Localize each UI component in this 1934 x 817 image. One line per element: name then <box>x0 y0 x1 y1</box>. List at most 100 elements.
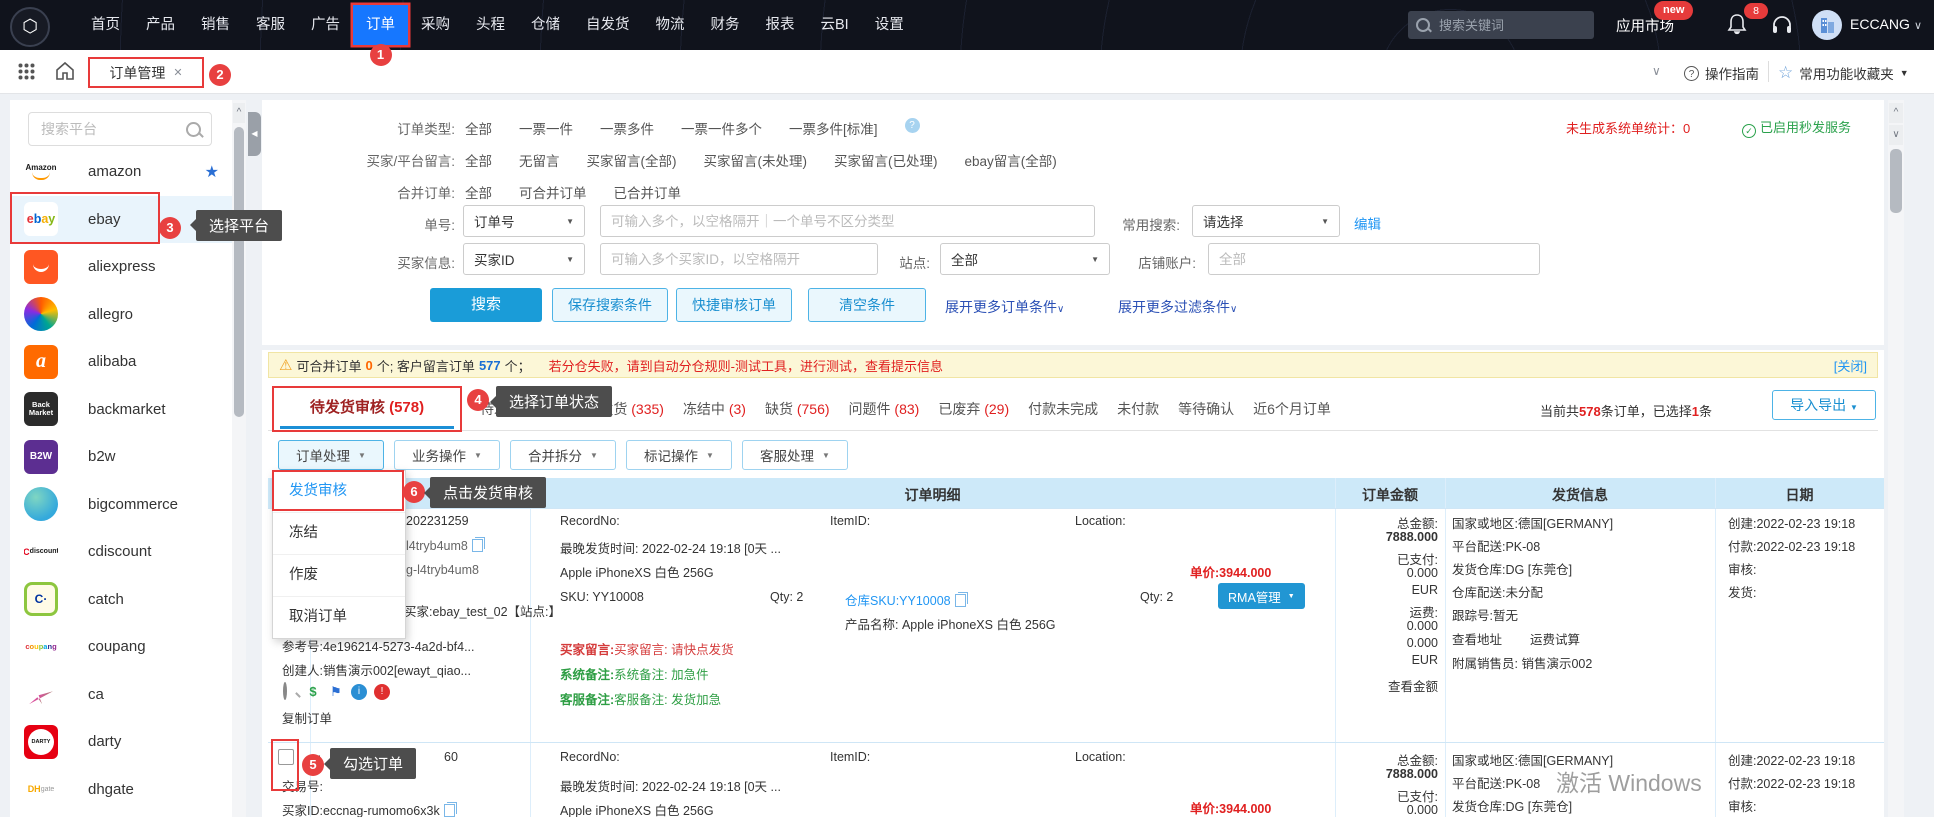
nav-item-cloud-bi[interactable]: 云BI <box>808 0 862 50</box>
order-number-link[interactable]: 60 <box>444 750 458 764</box>
search-icon[interactable] <box>282 684 298 700</box>
sidebar-item-bigcommerce[interactable]: bigcommerce <box>10 481 235 529</box>
filter-option[interactable]: 可合并订单 <box>519 182 587 202</box>
more-filter-conditions-link[interactable]: 展开更多过滤条件∨ <box>1118 297 1237 317</box>
quick-search-select[interactable]: 请选择 ▼ <box>1192 205 1340 237</box>
menu-item-cancel-order[interactable]: 取消订单 <box>273 597 405 638</box>
favorites-menu[interactable]: ☆ 常用功能收藏夹 ▼ <box>1778 63 1909 83</box>
page-scrollbar[interactable]: ^ ∨ <box>1888 100 1904 817</box>
mark-ops-button[interactable]: 标记操作▼ <box>626 440 732 470</box>
nav-item-ads[interactable]: 广告 <box>298 0 353 50</box>
tab-frozen[interactable]: 冻结中 (3) <box>683 399 746 419</box>
apps-grid-icon[interactable] <box>18 63 35 80</box>
freight-calc-link[interactable]: 运费试算 <box>1530 629 1580 648</box>
filter-option[interactable]: 买家留言(全部) <box>587 150 677 170</box>
tabbar-chevron-down-icon[interactable]: ∨ <box>1652 64 1661 78</box>
star-icon[interactable]: ★ <box>205 162 219 182</box>
nav-item-finance[interactable]: 财务 <box>698 0 753 50</box>
filter-option[interactable]: 一票一件多个 <box>681 118 762 138</box>
sidebar-item-darty[interactable]: DARTY darty <box>10 718 235 766</box>
alert-icon[interactable]: ! <box>374 684 390 700</box>
copy-icon[interactable] <box>444 804 455 817</box>
copy-icon[interactable] <box>472 539 483 552</box>
filter-option[interactable]: 一票一件 <box>519 118 573 138</box>
buyer-id-input[interactable] <box>600 243 878 275</box>
filter-option[interactable]: 一票多件[标准] <box>789 118 878 138</box>
nav-item-sales[interactable]: 销售 <box>188 0 243 50</box>
user-chevron-down-icon[interactable]: ∨ <box>1914 19 1922 32</box>
filter-option[interactable]: 全部 <box>465 118 492 138</box>
view-amount-link[interactable]: 查看金额 <box>1340 676 1438 695</box>
nav-item-settings[interactable]: 设置 <box>862 0 917 50</box>
global-search-input[interactable] <box>1437 17 1581 34</box>
info-icon[interactable]: i <box>351 684 367 700</box>
nav-item-first-leg[interactable]: 头程 <box>463 0 518 50</box>
order-number-link[interactable]: 202231259 <box>406 514 469 528</box>
global-search[interactable] <box>1408 11 1594 39</box>
save-search-button[interactable]: 保存搜索条件 <box>552 288 668 322</box>
order-process-button[interactable]: 订单处理▼ <box>278 440 384 470</box>
bell-icon[interactable] <box>1726 13 1748 37</box>
search-button[interactable]: 搜索 <box>430 288 542 322</box>
nav-item-product[interactable]: 产品 <box>133 0 188 50</box>
filter-option[interactable]: 无留言 <box>519 150 560 170</box>
order-no-input[interactable] <box>600 205 1095 237</box>
nav-item-home[interactable]: 首页 <box>78 0 133 50</box>
row-checkbox[interactable] <box>278 749 294 765</box>
user-avatar[interactable] <box>1812 10 1842 40</box>
column-header-order-detail[interactable]: 订单明细 <box>530 485 1335 505</box>
nav-item-orders[interactable]: 订单 1 <box>353 5 408 45</box>
order-no-type-select[interactable]: 订单号 ▼ <box>463 205 585 237</box>
sidebar-item-catch[interactable]: C· catch <box>10 576 235 624</box>
nav-item-logistics[interactable]: 物流 <box>643 0 698 50</box>
sidebar-item-b2w[interactable]: B2W b2w <box>10 433 235 481</box>
scrollbar-thumb[interactable] <box>234 127 244 417</box>
sidebar-item-ca[interactable]: ca <box>10 671 235 719</box>
nav-item-service[interactable]: 客服 <box>243 0 298 50</box>
home-icon[interactable] <box>54 61 76 81</box>
tab-discarded[interactable]: 已废弃 (29) <box>938 399 1009 419</box>
scrollbar-thumb[interactable] <box>1890 149 1902 213</box>
tab-awaiting-confirm[interactable]: 等待确认 <box>1178 399 1234 419</box>
filter-option[interactable]: 一票多件 <box>600 118 654 138</box>
menu-item-freeze[interactable]: 冻结 <box>273 513 405 555</box>
sidebar-item-dhgate[interactable]: DHgate dhgate <box>10 766 235 814</box>
username-label[interactable]: ECCANG <box>1850 16 1910 32</box>
tab-unpaid[interactable]: 未付款 <box>1117 399 1159 419</box>
platform-search-input[interactable] <box>39 120 183 138</box>
filter-option[interactable]: ebay留言(全部) <box>965 150 1057 170</box>
rma-manage-button[interactable]: RMA管理▼ <box>1218 583 1305 609</box>
column-header-amount[interactable]: 订单金额 <box>1335 485 1445 505</box>
scroll-up-button[interactable]: ^ <box>1889 103 1903 123</box>
sidebar-item-backmarket[interactable]: BackMarket backmarket <box>10 386 235 434</box>
sidebar-item-aliexpress[interactable]: aliexpress <box>10 243 235 291</box>
filter-option[interactable]: 买家留言(已处理) <box>834 150 938 170</box>
page-tab-order-management[interactable]: 订单管理 ✕ <box>88 57 204 88</box>
nav-item-warehouse[interactable]: 仓储 <box>518 0 573 50</box>
filter-option[interactable]: 已合并订单 <box>614 182 682 202</box>
quick-audit-button[interactable]: 快捷审核订单 <box>676 288 792 322</box>
tab-pending-audit[interactable]: 待发货审核 (578) <box>272 386 462 432</box>
sidebar-item-coupang[interactable]: coupang coupang <box>10 623 235 671</box>
nav-item-reports[interactable]: 报表 <box>753 0 808 50</box>
import-export-button[interactable]: 导入导出 ▼ <box>1772 390 1876 420</box>
sidebar-item-allegro[interactable]: allegro <box>10 291 235 339</box>
nav-item-purchase[interactable]: 采购 <box>408 0 463 50</box>
operation-guide-link[interactable]: ? 操作指南 <box>1684 63 1759 83</box>
filter-option[interactable]: 全部 <box>465 182 492 202</box>
store-account-input[interactable] <box>1208 243 1540 275</box>
copy-order-link[interactable]: 复制订单 <box>282 708 332 727</box>
sidebar-item-amazon[interactable]: Amazon amazon ★ <box>10 148 235 196</box>
column-header-date[interactable]: 日期 <box>1715 485 1884 505</box>
edit-link[interactable]: 编辑 <box>1354 213 1381 233</box>
sidebar-item-ebay[interactable]: ebay ebay ★ 3 选择平台 <box>10 196 235 244</box>
close-warning-link[interactable]: [关闭] <box>1834 356 1867 375</box>
dollar-icon[interactable]: $ <box>305 684 321 700</box>
product-link[interactable]: Apple iPhoneXS 白色 256G <box>560 800 714 817</box>
tab-problem[interactable]: 问题件 (83) <box>849 399 920 419</box>
sidebar-item-cdiscount[interactable]: Cdiscount cdiscount <box>10 528 235 576</box>
merge-split-button[interactable]: 合并拆分▼ <box>510 440 616 470</box>
sidebar-item-alibaba[interactable]: a alibaba <box>10 338 235 386</box>
buyer-type-select[interactable]: 买家ID ▼ <box>463 243 585 275</box>
flag-icon[interactable]: ⚑ <box>328 684 344 700</box>
